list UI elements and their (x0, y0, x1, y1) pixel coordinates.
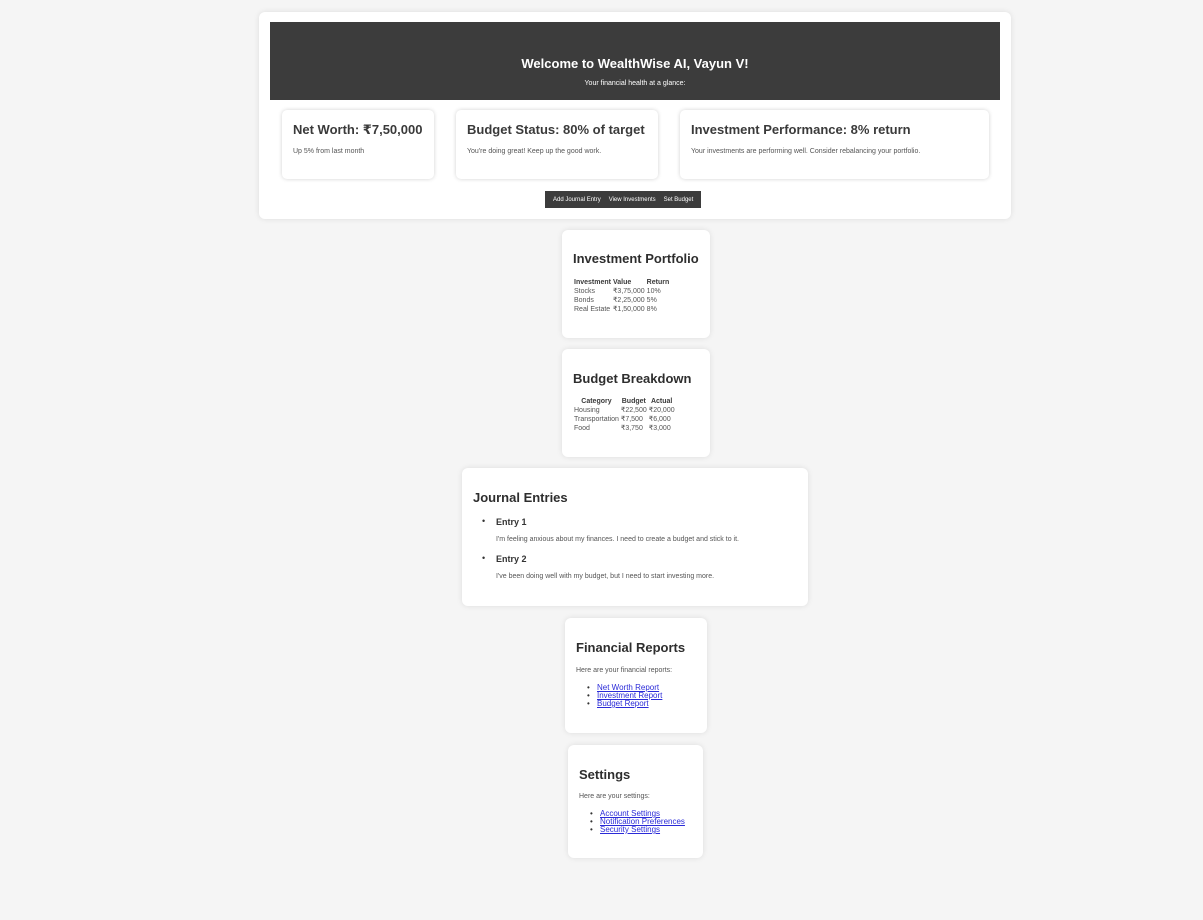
settings-card: Settings Here are your settings: • Accoun… (568, 745, 703, 858)
table-row: Bonds ₹2,25,000 5% (573, 296, 670, 305)
table-cell: ₹20,000 (648, 407, 675, 414)
bullet-icon: • (590, 825, 593, 834)
table-cell: ₹1,50,000 (612, 306, 645, 313)
investment-performance-title: Investment Performance: 8% return (691, 122, 911, 137)
welcome-banner: Welcome to WealthWise AI, Vayun V! Your … (270, 22, 1000, 100)
table-header-row: Investment Value Return (573, 278, 670, 287)
investment-portfolio-title: Investment Portfolio (573, 251, 699, 266)
settings-title: Settings (579, 767, 631, 782)
table-cell: ₹3,75,000 (612, 288, 645, 295)
dashboard-panel: Welcome to WealthWise AI, Vayun V! Your … (259, 12, 1011, 219)
security-settings-link[interactable]: Security Settings (600, 825, 660, 834)
set-budget-button[interactable]: Set Budget (660, 197, 698, 203)
budget-status-card: Budget Status: 80% of target You're doin… (456, 110, 658, 179)
investment-portfolio-card: Investment Portfolio Investment Value Re… (562, 230, 710, 338)
journal-entries-title: Journal Entries (473, 490, 568, 505)
budget-breakdown-title: Budget Breakdown (573, 371, 692, 386)
bullet-icon: • (482, 553, 486, 563)
table-cell: 10% (646, 288, 661, 295)
financial-reports-desc: Here are your financial reports: (576, 667, 673, 674)
action-bar: Add Journal Entry View Investments Set B… (545, 191, 702, 208)
list-item: • Security Settings (590, 826, 685, 834)
table-cell: ₹7,500 (620, 416, 643, 423)
net-worth-title: Net Worth: ₹7,50,000 (293, 122, 423, 137)
table-cell: ₹3,750 (620, 425, 643, 432)
budget-report-link[interactable]: Budget Report (597, 699, 649, 708)
table-cell: Transportation (574, 416, 619, 423)
settings-link-list: • Account Settings • Notification Preferen… (590, 810, 685, 834)
budget-status-title: Budget Status: 80% of target (467, 122, 645, 137)
bullet-icon: • (482, 516, 486, 526)
financial-reports-card: Financial Reports Here are your financia… (565, 618, 707, 733)
bullet-icon: • (587, 699, 590, 708)
welcome-title: Welcome to WealthWise AI, Vayun V! (521, 56, 749, 71)
table-row: Housing ₹22,500 ₹20,000 (573, 406, 676, 415)
journal-entry-title: Entry 1 (496, 517, 527, 527)
table-cell: 5% (646, 297, 657, 304)
table-cell: Bonds (574, 297, 594, 304)
column-header: Category (581, 398, 612, 405)
table-header-row: Category Budget Actual (573, 397, 676, 406)
journal-entry-text: I'm feeling anxious about my finances. I… (496, 536, 739, 543)
column-header: Actual (650, 398, 673, 405)
column-header: Investment (574, 279, 611, 286)
journal-entries-card: Journal Entries • Entry 1 I'm feeling an… (462, 468, 808, 606)
add-journal-entry-button[interactable]: Add Journal Entry (549, 197, 605, 203)
investment-performance-card: Investment Performance: 8% return Your i… (680, 110, 989, 179)
table-cell: 8% (646, 306, 657, 313)
table-cell: Real Estate (574, 306, 611, 313)
table-row: Real Estate ₹1,50,000 8% (573, 305, 670, 314)
welcome-subtitle: Your financial health at a glance: (584, 80, 686, 87)
table-cell: Stocks (574, 288, 596, 295)
net-worth-card: Net Worth: ₹7,50,000 Up 5% from last mon… (282, 110, 434, 179)
view-investments-button[interactable]: View Investments (605, 197, 660, 203)
table-cell: ₹3,000 (648, 425, 671, 432)
journal-entry-title: Entry 2 (496, 554, 527, 564)
column-header: Value (612, 279, 632, 286)
financial-reports-title: Financial Reports (576, 640, 686, 655)
table-cell: ₹2,25,000 (612, 297, 645, 304)
journal-entry-text: I've been doing well with my budget, but… (496, 573, 715, 580)
budget-table: Category Budget Actual Housing ₹22,500 ₹… (573, 397, 676, 433)
table-row: Transportation ₹7,500 ₹6,000 (573, 415, 676, 424)
list-item: • Budget Report (587, 700, 662, 708)
table-cell: Housing (574, 407, 600, 414)
journal-entry: • Entry 1 I'm feeling anxious about my f… (482, 516, 739, 543)
journal-list: • Entry 1 I'm feeling anxious about my f… (482, 516, 739, 590)
reports-link-list: • Net Worth Report • Investment Report • Bu… (587, 684, 662, 708)
budget-status-desc: You're doing great! Keep up the good wor… (467, 148, 602, 155)
column-header: Budget (621, 398, 646, 405)
table-row: Food ₹3,750 ₹3,000 (573, 424, 676, 433)
net-worth-desc: Up 5% from last month (293, 148, 365, 155)
table-cell: ₹22,500 (620, 407, 647, 414)
table-cell: ₹6,000 (648, 416, 671, 423)
investment-table: Investment Value Return Stocks ₹3,75,000… (573, 278, 670, 314)
table-cell: Food (574, 425, 590, 432)
budget-breakdown-card: Budget Breakdown Category Budget Actual … (562, 349, 710, 457)
table-row: Stocks ₹3,75,000 10% (573, 287, 670, 296)
journal-entry: • Entry 2 I've been doing well with my b… (482, 553, 739, 580)
investment-performance-desc: Your investments are performing well. Co… (691, 148, 921, 155)
settings-desc: Here are your settings: (579, 793, 650, 800)
column-header: Return (646, 279, 670, 286)
